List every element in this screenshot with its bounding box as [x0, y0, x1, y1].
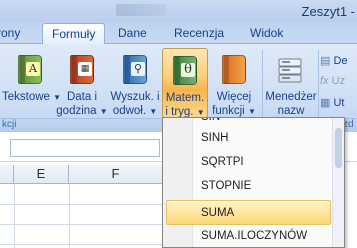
define-name-button[interactable]: ▤ De — [320, 54, 348, 72]
tab-review[interactable]: Recenzja — [174, 26, 224, 40]
column-header-partial[interactable] — [0, 165, 14, 184]
window-title: Zeszyt1 - — [301, 4, 355, 19]
grid-line — [0, 204, 165, 205]
quick-access-toolbar — [116, 4, 166, 16]
title-bar: Zeszyt1 - — [0, 0, 357, 22]
chevron-down-icon: ▼ — [196, 108, 205, 117]
chevron-down-icon: ▼ — [99, 107, 108, 116]
datetime-label-line1: Data i — [66, 91, 98, 103]
math-trig-functions-button[interactable]: θ Matem. i tryg. ▼ — [162, 48, 208, 118]
book-magnifier-icon: ⚲ — [123, 55, 147, 84]
chevron-down-icon: ▼ — [149, 107, 158, 116]
book-stack-icon — [222, 55, 246, 84]
menu-scrollbar[interactable] — [332, 118, 344, 247]
grid-line — [0, 224, 165, 225]
create-from-selection-label: Ut — [333, 97, 345, 109]
define-name-label: De — [333, 55, 348, 67]
scrollbar-thumb[interactable] — [335, 128, 342, 168]
book-theta-icon: θ — [173, 56, 197, 85]
more-label-line2: funkcji — [212, 105, 245, 117]
tab-data[interactable]: Dane — [118, 26, 147, 40]
use-in-formula-label: Uz — [331, 75, 346, 87]
create-from-selection-button[interactable]: ▦ Ut — [320, 96, 344, 114]
grid-line — [0, 244, 165, 245]
book-calendar-icon: ▦ — [70, 55, 94, 84]
menu-item-suma-iloczynow[interactable]: SUMA.ILOCZYNÓW — [163, 224, 344, 247]
menu-item-stopnie[interactable]: STOPNIE — [163, 174, 344, 199]
define-name-icon: ▤ — [320, 55, 331, 67]
tab-home-partial[interactable]: rony — [0, 26, 20, 40]
table-icon: ▦ — [320, 97, 331, 109]
text-functions-button[interactable]: A Tekstowe ▼ — [2, 48, 61, 118]
fx-icon: fx — [320, 75, 329, 87]
more-functions-button[interactable]: Więcej funkcji ▼ — [210, 48, 258, 118]
column-header-f[interactable]: F — [69, 165, 163, 184]
menu-item-sqrtpi[interactable]: SQRTPI — [163, 150, 344, 175]
grid-line — [14, 184, 15, 248]
ribbon-tabs: rony Formuły Dane Recenzja Widok — [0, 22, 357, 45]
math-label-line1: Matem. — [165, 92, 205, 104]
column-header-e[interactable]: E — [14, 165, 69, 184]
group-label-function-library: kcji — [2, 119, 17, 130]
menu-item-sinh[interactable]: SINH — [163, 126, 344, 151]
lookup-functions-button[interactable]: ⚲ Wyszuk. i odwoł. ▼ — [108, 48, 162, 118]
lookup-label-line2: odwoł. — [112, 105, 147, 117]
datetime-functions-button[interactable]: ▦ Data i godzina ▼ — [56, 48, 108, 118]
name-manager-label-line2: nazw — [277, 105, 305, 117]
datetime-label-line2: godzina — [56, 105, 97, 117]
menu-item-suma[interactable]: SUMA — [166, 200, 331, 225]
book-text-icon: A — [18, 55, 42, 84]
chevron-down-icon: ▼ — [247, 107, 256, 116]
tab-view[interactable]: Widok — [250, 26, 283, 40]
math-functions-dropdown: SIN SINH SQRTPI STOPNIE SUMA SUMA.ILOCZY… — [162, 117, 345, 248]
formula-input[interactable] — [10, 139, 160, 157]
text-functions-label: Tekstowe — [2, 91, 50, 103]
name-manager-icon — [278, 58, 302, 83]
name-manager-button[interactable]: Menedżer nazw — [264, 48, 318, 118]
use-in-formula-button[interactable]: fx Uz — [320, 75, 345, 93]
name-manager-label-line1: Menedżer — [265, 91, 317, 103]
lookup-label-line1: Wyszuk. i — [110, 91, 160, 103]
more-label-line1: Więcej — [216, 91, 252, 103]
tab-formulas[interactable]: Formuły — [42, 23, 106, 45]
grid-line — [69, 184, 70, 248]
